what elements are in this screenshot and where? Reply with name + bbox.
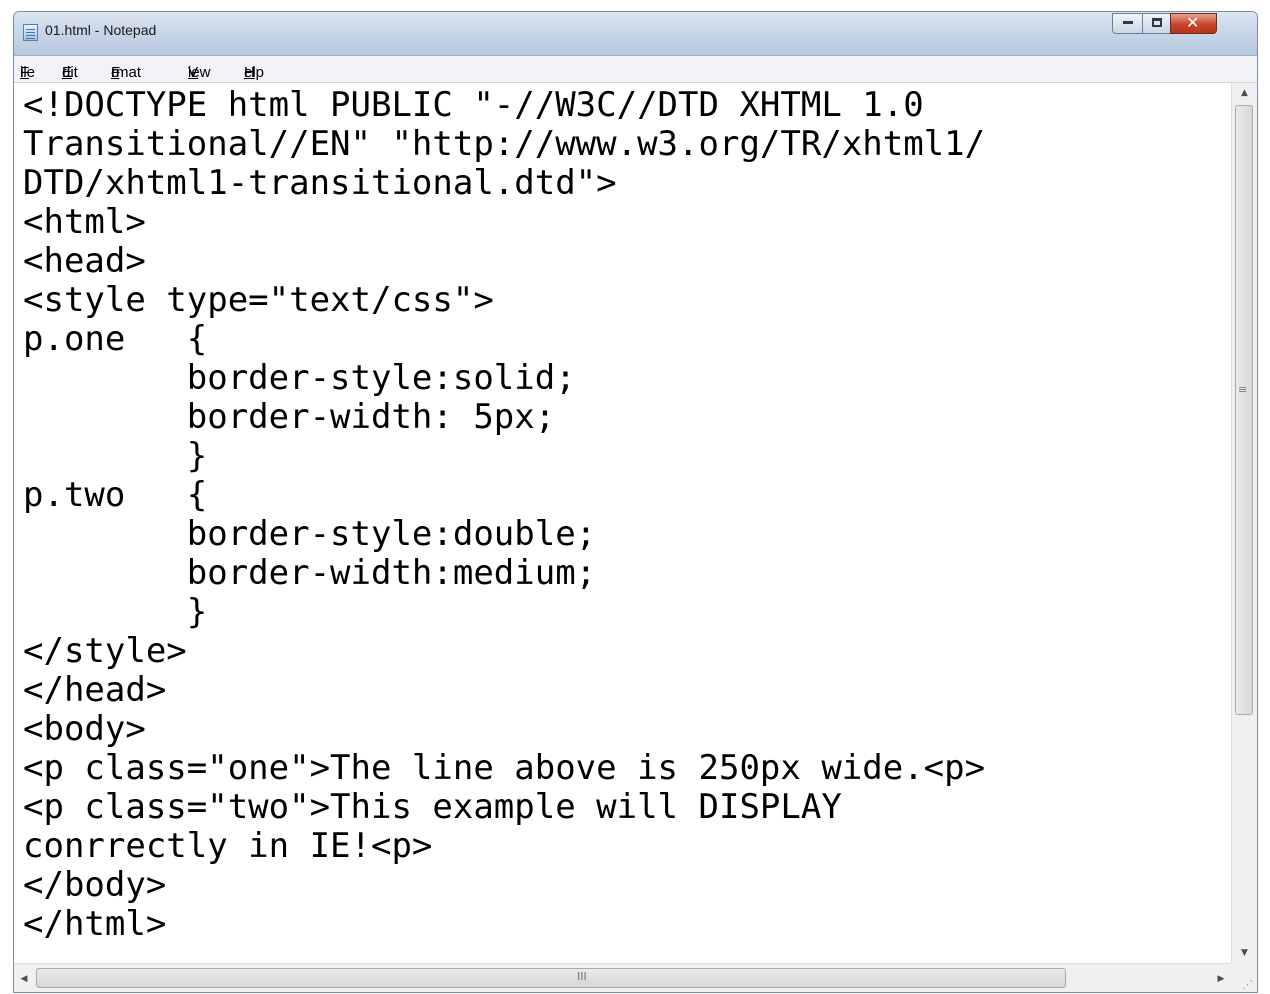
close-button[interactable]: ✕ [1170,13,1217,34]
text-editor-area[interactable]: <!DOCTYPE html PUBLIC "-//W3C//DTD XHTML… [14,83,1231,963]
document-text[interactable]: <!DOCTYPE html PUBLIC "-//W3C//DTD XHTML… [23,86,985,944]
vertical-scroll-thumb[interactable] [1235,105,1253,715]
vertical-grip-icon: ≡ [1238,383,1248,396]
close-icon: ✕ [1186,13,1200,32]
horizontal-scrollbar[interactable]: ◀ III ▶ [14,963,1231,992]
maximize-icon [1152,18,1162,27]
notepad-app-icon[interactable] [23,24,38,41]
minimize-icon [1123,21,1133,24]
resize-grip-icon[interactable] [1231,963,1257,992]
scroll-down-arrow-icon[interactable]: ▼ [1232,943,1257,963]
title-bar[interactable]: 01.html - Notepad ✕ [14,12,1257,56]
scroll-left-arrow-icon[interactable]: ◀ [14,969,34,989]
window-title: 01.html - Notepad [45,22,157,38]
scroll-up-arrow-icon[interactable]: ▲ [1232,83,1257,103]
maximize-button[interactable] [1142,13,1171,34]
horizontal-grip-icon: III [577,970,587,983]
horizontal-scroll-thumb[interactable]: III [36,968,1066,988]
notepad-window: 01.html - Notepad ✕ File Edit Fo rmat Vie… [13,11,1258,993]
minimize-button[interactable] [1112,13,1143,34]
menu-bar: File Edit Fo rmat View Help [14,56,1257,83]
vertical-scrollbar[interactable]: ▲ ≡ ▼ [1231,83,1257,963]
scroll-right-arrow-icon[interactable]: ▶ [1211,969,1231,989]
